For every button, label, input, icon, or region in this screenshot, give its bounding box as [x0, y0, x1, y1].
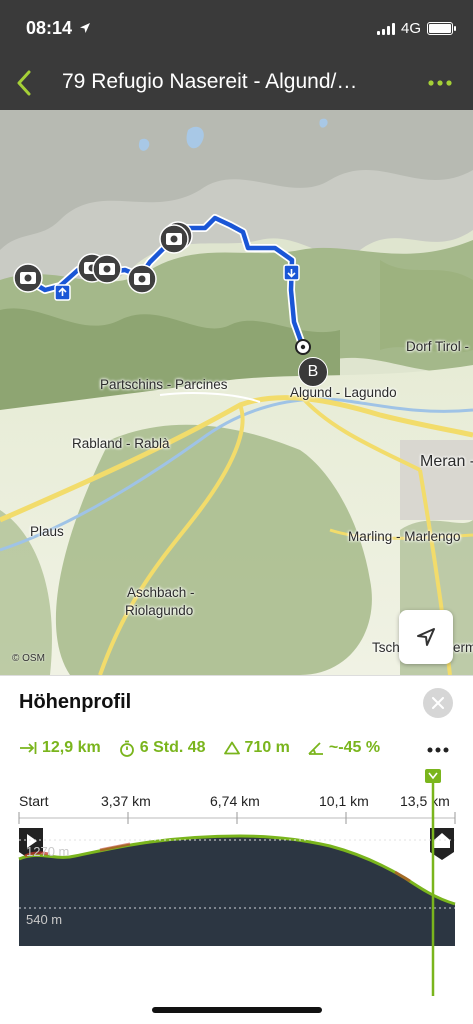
- map-label: Rabland - Rablà: [72, 436, 170, 451]
- nav-bar: 79 Refugio Nasereit - Algund/…: [0, 56, 473, 110]
- location-arrow-icon: [417, 628, 435, 646]
- y-tick-label: 540 m: [26, 912, 63, 927]
- ascent-stat: 710 m: [223, 739, 290, 757]
- route-direction-icon: [54, 284, 71, 301]
- distance-stat: 12,9 km: [19, 739, 101, 757]
- route-direction-icon: [283, 264, 300, 281]
- more-dots-icon: [427, 747, 449, 753]
- ascent-icon: [223, 741, 240, 755]
- map-label: Tsch: [372, 640, 400, 655]
- elevation-chart-canvas: [18, 769, 456, 996]
- battery-icon: [427, 22, 456, 35]
- close-icon: [432, 697, 444, 709]
- gradient-stat: ~-45 %: [308, 739, 380, 757]
- locate-button[interactable]: [399, 610, 453, 664]
- map-label: Dorf Tirol -: [406, 339, 470, 354]
- photo-marker[interactable]: [127, 264, 157, 294]
- distance-icon: [20, 742, 37, 754]
- back-button[interactable]: [6, 64, 42, 102]
- location-arrow-icon: [80, 23, 91, 33]
- map-label: Marling - Marlengo: [348, 529, 461, 544]
- map-attribution: © OSM: [12, 653, 45, 664]
- more-dots-icon: [428, 80, 452, 86]
- map-label: Riolagundo: [125, 603, 194, 618]
- gradient-value: ~-45 %: [328, 739, 381, 756]
- map-label: Meran -: [420, 453, 473, 470]
- close-button[interactable]: [423, 688, 453, 718]
- elevation-area: [19, 836, 455, 946]
- map-label: erm: [453, 640, 473, 655]
- elevation-profile-panel: Höhenprofil 12,9 km 6 Std. 48 710 m ~-45…: [0, 675, 473, 1024]
- distance-value: 12,9 km: [42, 739, 101, 756]
- status-indicators: 4G: [376, 20, 456, 37]
- network-type: 4G: [400, 20, 421, 37]
- map-view[interactable]: B Dorf Tirol - Partschins - Parcines Alg…: [0, 110, 473, 675]
- chevron-left-icon: [17, 70, 31, 96]
- end-marker-label: B: [307, 363, 319, 380]
- stats-row: 12,9 km 6 Std. 48 710 m ~-45 %: [19, 739, 398, 757]
- map-label: Algund - Lagundo: [290, 385, 397, 400]
- duration-value: 6 Std. 48: [139, 739, 206, 756]
- more-options-button[interactable]: [425, 70, 455, 96]
- map-label: Partschins - Parcines: [100, 377, 228, 392]
- signal-icon: [376, 22, 395, 35]
- elevation-chart[interactable]: Start 3,37 km 6,74 km 10,1 km 13,5 km 12…: [0, 766, 473, 1006]
- stopwatch-icon: [119, 740, 134, 757]
- photo-marker[interactable]: [13, 263, 43, 293]
- ascent-value: 710 m: [244, 739, 290, 756]
- duration-stat: 6 Std. 48: [119, 739, 206, 757]
- map-label: Plaus: [30, 524, 64, 539]
- y-tick-label: 1270 m: [26, 844, 70, 859]
- panel-title: Höhenprofil: [19, 691, 132, 713]
- position-handle[interactable]: [425, 769, 441, 783]
- stats-more-button[interactable]: [423, 738, 453, 762]
- status-time: 08:14: [26, 18, 91, 39]
- home-indicator[interactable]: [152, 1007, 322, 1013]
- gradient-icon: [308, 742, 323, 755]
- route-end-dot-inner: [300, 344, 306, 350]
- photo-marker[interactable]: [92, 254, 122, 284]
- end-marker[interactable]: B: [298, 357, 328, 387]
- page-title: 79 Refugio Nasereit - Algund/…: [62, 70, 358, 93]
- map-label: Aschbach -: [127, 585, 195, 600]
- map-canvas: [0, 110, 473, 675]
- status-bar: 08:14 4G: [0, 0, 473, 56]
